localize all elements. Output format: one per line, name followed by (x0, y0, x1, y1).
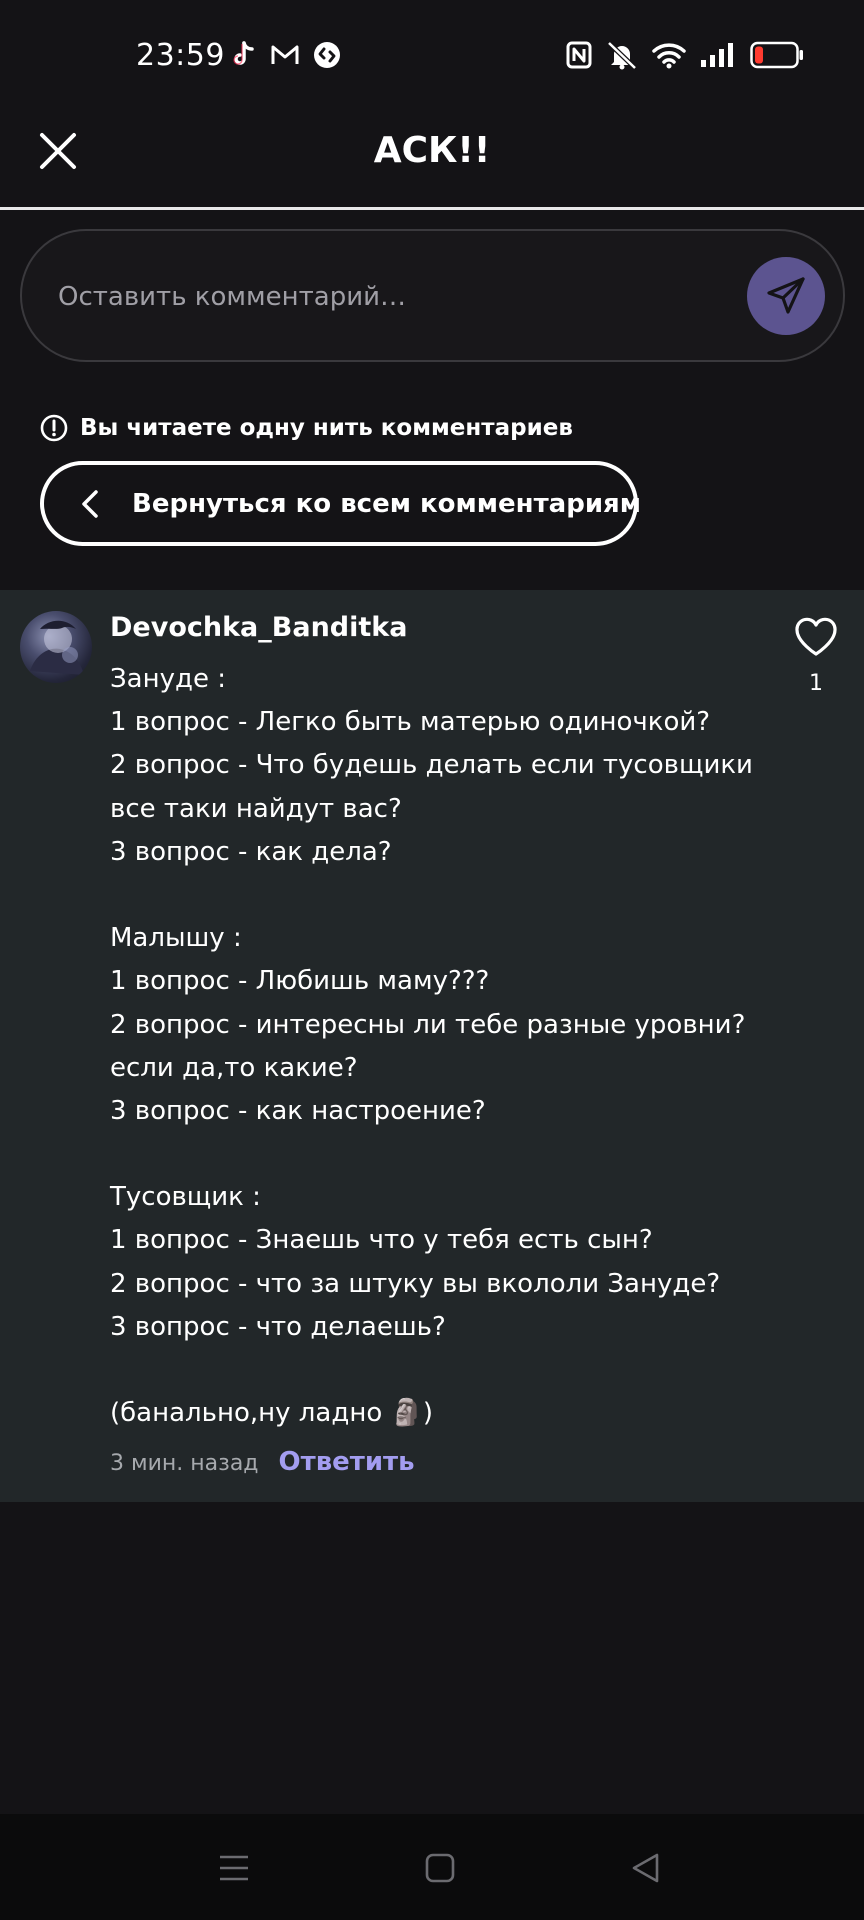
comment-input-container (20, 229, 845, 362)
comment-line: 1 вопрос - Знаешь что у тебя есть сын? (110, 1225, 653, 1256)
header-divider (0, 207, 864, 210)
comment-author[interactable]: Devochka_Banditka (110, 612, 407, 643)
comment-line: 2 вопрос - Что будешь делать если тусовщ… (110, 750, 753, 781)
nav-back-button[interactable] (630, 1852, 662, 1884)
status-system-icons (566, 40, 804, 70)
back-to-all-comments-label: Вернуться ко всем комментариям (132, 488, 642, 519)
comment-timestamp: 3 мин. назад (110, 1451, 259, 1476)
home-square-icon (425, 1853, 455, 1883)
nav-home-button[interactable] (424, 1852, 456, 1884)
comment-line: 3 вопрос - как дела? (110, 836, 392, 867)
comment-line: все таки найдут вас? (110, 793, 402, 824)
comment-line: Малышу : (110, 923, 242, 954)
comment-line: если да,то какие? (110, 1052, 358, 1083)
comment-line: 2 вопрос - что за штуку вы вкололи Зануд… (110, 1268, 721, 1299)
shazam-icon (312, 40, 342, 70)
like-count: 1 (809, 671, 823, 696)
comment-line (110, 874, 750, 917)
status-bar: 23:59 (0, 0, 864, 115)
avatar[interactable] (20, 611, 92, 683)
comment-meta: 3 мин. назад Ответить (110, 1447, 415, 1477)
back-triangle-icon (632, 1853, 659, 1883)
comment-line: 1 вопрос - Легко быть матерью одиночкой? (110, 707, 711, 738)
gmail-icon (270, 40, 300, 70)
like-button[interactable] (794, 617, 838, 657)
send-button[interactable] (747, 257, 825, 335)
comment-line (110, 1133, 750, 1176)
nfc-icon (566, 40, 592, 70)
info-icon (40, 414, 68, 442)
page-title: АСК!! (373, 130, 491, 171)
comment-line: (банально,ну ладно 🗿) (110, 1398, 434, 1429)
status-notification-icons (228, 40, 342, 70)
thread-notice: Вы читаете одну нить комментариев (40, 414, 573, 442)
wifi-icon (652, 40, 686, 70)
mute-icon (606, 40, 638, 70)
nav-menu-button[interactable] (218, 1852, 250, 1884)
menu-icon (220, 1855, 248, 1881)
comment-line (110, 1349, 750, 1392)
reply-button[interactable]: Ответить (279, 1447, 415, 1477)
status-time: 23:59 (136, 38, 225, 73)
chevron-left-icon (80, 489, 100, 519)
comment-line: 3 вопрос - как настроение? (110, 1095, 486, 1126)
comment-line: 1 вопрос - Любишь маму??? (110, 966, 490, 997)
back-to-all-comments-button[interactable]: Вернуться ко всем комментариям (40, 461, 642, 546)
signal-icon (700, 40, 736, 70)
comment-line: Зануде : (110, 664, 226, 694)
comment-line: 2 вопрос - интересны ли тебе разные уров… (110, 1009, 746, 1040)
comment-line: 3 вопрос - что делаешь? (110, 1311, 446, 1342)
thread-notice-text: Вы читаете одну нить комментариев (80, 415, 573, 441)
comment-input[interactable] (58, 269, 718, 325)
comment-line: Тусовщик : (110, 1182, 261, 1213)
comment-text: Зануде : 1 вопрос - Легко быть матерью од… (110, 658, 753, 1435)
tiktok-icon (228, 40, 258, 70)
heart-icon (795, 617, 837, 656)
battery-low-icon (750, 40, 804, 70)
send-icon (767, 277, 805, 314)
